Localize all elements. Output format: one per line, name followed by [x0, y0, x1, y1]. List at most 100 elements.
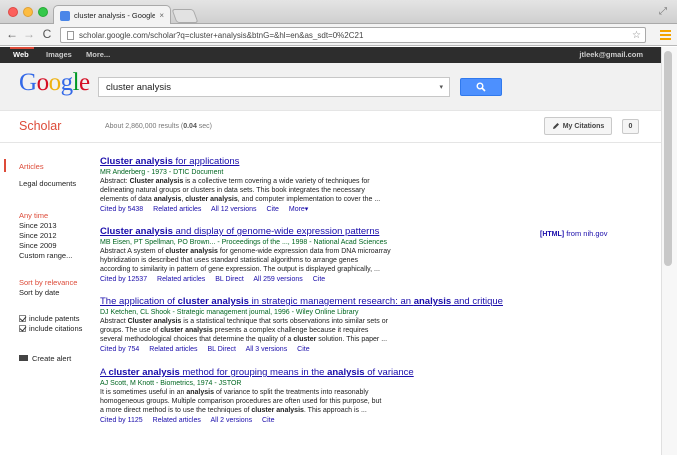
- active-tab-indicator: [10, 47, 34, 49]
- html-fulltext-link[interactable]: [HTML] from nih.gov: [540, 229, 607, 238]
- checkbox-checked-icon[interactable]: [19, 315, 26, 322]
- google-logo[interactable]: Google: [19, 69, 90, 97]
- result-snippet: It is sometimes useful in an analysis of…: [100, 389, 369, 396]
- result-snippet: several methodological choices that dete…: [100, 336, 388, 343]
- browser-menu-icon[interactable]: [660, 30, 671, 42]
- result-title-link[interactable]: The application of cluster analysis in s…: [100, 296, 520, 307]
- sidebar-item-since-2013[interactable]: Since 2013: [19, 221, 57, 230]
- forward-arrow-icon[interactable]: →: [22, 27, 36, 41]
- search-icon: [476, 82, 486, 92]
- cite-link[interactable]: Cite: [266, 206, 278, 213]
- result-snippet: hybridization is described that uses sta…: [100, 257, 358, 264]
- result-count: About 2,860,000 results (0.04 sec): [105, 123, 213, 130]
- new-tab-button[interactable]: [171, 9, 199, 23]
- related-articles-link[interactable]: Related articles: [153, 206, 201, 213]
- result-snippet: Abstract: Cluster analysis is a collecti…: [100, 178, 370, 185]
- related-articles-link[interactable]: Related articles: [149, 346, 197, 353]
- result-snippet: elements of data analysis, cluster analy…: [100, 196, 381, 203]
- checkbox-checked-icon[interactable]: [19, 325, 26, 332]
- result-snippet: according to similarity in pattern of ge…: [100, 266, 380, 273]
- search-input[interactable]: cluster analysis ▾: [98, 77, 450, 97]
- envelope-icon: [19, 355, 28, 361]
- alerts-count-button[interactable]: 0: [622, 119, 639, 134]
- result-links: Cited by 1125 Related articles All 2 ver…: [100, 416, 520, 426]
- result-snippet: Abstract Cluster analysis is a statistic…: [100, 318, 388, 325]
- tab-title: cluster analysis - Google Sch: [74, 11, 156, 20]
- url-text[interactable]: scholar.google.com/scholar?q=cluster+ana…: [79, 31, 632, 40]
- address-bar[interactable]: scholar.google.com/scholar?q=cluster+ana…: [60, 27, 646, 43]
- sidebar-item-sort-date[interactable]: Sort by date: [19, 288, 59, 297]
- scrollbar-thumb[interactable]: [664, 51, 672, 266]
- back-arrow-icon[interactable]: ←: [5, 27, 19, 41]
- result-title-link[interactable]: A cluster analysis method for grouping m…: [100, 367, 520, 378]
- versions-link[interactable]: All 3 versions: [246, 346, 288, 353]
- scholar-title[interactable]: Scholar: [19, 119, 61, 133]
- browser-toolbar: ← → C scholar.google.com/scholar?q=clust…: [0, 24, 677, 46]
- result-item: Cluster analysis for applications MR And…: [100, 156, 520, 215]
- window-maximize-button[interactable]: [38, 7, 48, 17]
- bookmark-star-icon[interactable]: ☆: [632, 30, 641, 41]
- search-dropdown-arrow-icon[interactable]: ▾: [439, 83, 443, 91]
- sidebar-active-indicator: [4, 159, 6, 172]
- page-icon: [67, 30, 74, 40]
- search-query-text[interactable]: cluster analysis: [106, 82, 439, 93]
- window-minimize-button[interactable]: [23, 7, 33, 17]
- result-meta: MB Eisen, PT Spellman, PO Brown... - Pro…: [100, 239, 388, 246]
- scholar-bar: Scholar About 2,860,000 results (0.04 se…: [0, 111, 661, 143]
- sidebar-item-sort-relevance[interactable]: Sort by relevance: [19, 278, 77, 287]
- result-links: Cited by 12537 Related articles BL Direc…: [100, 275, 520, 285]
- result-meta: DJ Ketchen, CL Shook - Strategic managem…: [100, 309, 359, 316]
- sidebar-item-since-2012[interactable]: Since 2012: [19, 231, 57, 240]
- result-snippet: a more direct method is to use the techn…: [100, 407, 367, 414]
- versions-link[interactable]: All 12 versions: [211, 206, 257, 213]
- window-close-button[interactable]: [8, 7, 18, 17]
- cited-by-link[interactable]: Cited by 12537: [100, 276, 147, 283]
- result-title-link[interactable]: Cluster analysis and display of genome-w…: [100, 226, 520, 237]
- cited-by-link[interactable]: Cited by 5438: [100, 206, 143, 213]
- result-item: A cluster analysis method for grouping m…: [100, 367, 520, 426]
- cite-link[interactable]: Cite: [297, 346, 309, 353]
- my-citations-button[interactable]: My Citations: [544, 117, 612, 135]
- scholar-favicon-icon: [60, 10, 70, 21]
- sidebar: Articles Legal documents Any time Since …: [0, 143, 90, 455]
- versions-link[interactable]: All 2 versions: [210, 417, 252, 424]
- sidebar-item-custom-range[interactable]: Custom range...: [19, 251, 72, 260]
- bl-direct-link[interactable]: BL Direct: [215, 276, 244, 283]
- result-meta: MR Anderberg - 1973 - DTIC Document: [100, 169, 224, 176]
- search-button[interactable]: [460, 78, 502, 96]
- sidebar-item-any-time[interactable]: Any time: [19, 211, 48, 220]
- cited-by-link[interactable]: Cited by 1125: [100, 417, 143, 424]
- gbar-more-link[interactable]: More...: [86, 50, 110, 59]
- sidebar-item-articles[interactable]: Articles: [19, 162, 44, 171]
- bl-direct-link[interactable]: BL Direct: [207, 346, 236, 353]
- include-citations-checkbox[interactable]: include citations: [19, 324, 82, 333]
- window-titlebar: cluster analysis - Google Sch × ⤢: [0, 0, 677, 25]
- reload-icon[interactable]: C: [40, 27, 54, 41]
- cited-by-link[interactable]: Cited by 754: [100, 346, 139, 353]
- sidebar-item-legal[interactable]: Legal documents: [19, 179, 76, 188]
- result-item: The application of cluster analysis in s…: [100, 296, 520, 355]
- versions-link[interactable]: All 259 versions: [253, 276, 302, 283]
- related-articles-link[interactable]: Related articles: [153, 417, 201, 424]
- browser-tab[interactable]: cluster analysis - Google Sch ×: [53, 5, 171, 25]
- create-alert-link[interactable]: Create alert: [19, 354, 71, 363]
- gbar-web-link[interactable]: Web: [13, 50, 29, 59]
- cite-link[interactable]: Cite: [262, 417, 274, 424]
- sidebar-item-since-2009[interactable]: Since 2009: [19, 241, 57, 250]
- gbar-images-link[interactable]: Images: [46, 50, 72, 59]
- fullscreen-icon[interactable]: ⤢: [659, 6, 667, 17]
- result-snippet: Abstract A system of cluster analysis fo…: [100, 248, 391, 255]
- result-meta: AJ Scott, M Knott - Biometrics, 1974 - J…: [100, 380, 242, 387]
- more-link[interactable]: More▾: [289, 206, 308, 213]
- related-articles-link[interactable]: Related articles: [157, 276, 205, 283]
- account-email[interactable]: jtleek@gmail.com: [579, 50, 643, 59]
- cite-link[interactable]: Cite: [313, 276, 325, 283]
- include-patents-checkbox[interactable]: include patents: [19, 314, 79, 323]
- result-title-link[interactable]: Cluster analysis for applications: [100, 156, 520, 167]
- tab-close-icon[interactable]: ×: [159, 11, 164, 20]
- google-bar: Web Images More... jtleek@gmail.com: [0, 47, 661, 63]
- my-citations-label: My Citations: [562, 122, 605, 130]
- result-snippet: homogeneous groups. Multiple comparison …: [100, 398, 382, 405]
- pencil-icon: [552, 123, 559, 129]
- result-links: Cited by 5438 Related articles All 12 ve…: [100, 205, 520, 215]
